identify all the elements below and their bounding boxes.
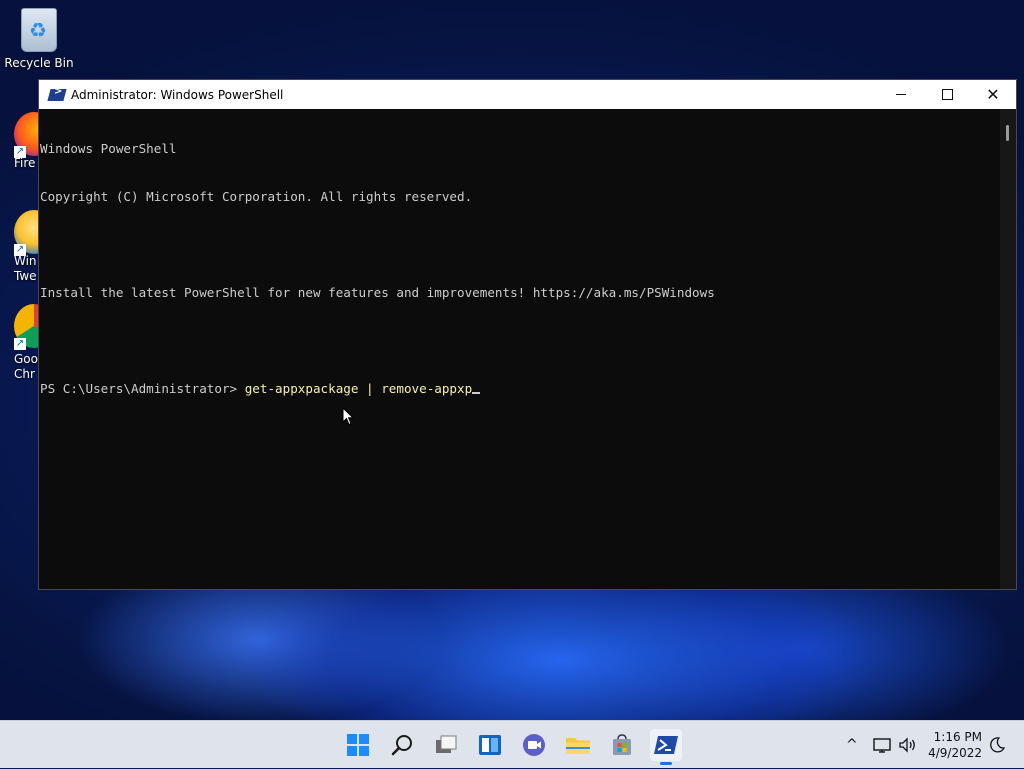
search-button[interactable] xyxy=(386,729,418,761)
moon-icon xyxy=(990,737,1006,753)
firefox-label: Fire xyxy=(14,156,36,170)
widgets-button[interactable] xyxy=(474,729,506,761)
close-icon: ✕ xyxy=(986,84,1000,104)
store-icon xyxy=(613,734,631,755)
powershell-taskbar-button[interactable] xyxy=(650,729,682,765)
chrome-label-line1: Goo xyxy=(14,352,38,366)
network-icon xyxy=(873,738,891,753)
console-line: Windows PowerShell xyxy=(40,141,177,156)
store-button[interactable] xyxy=(606,729,638,761)
chat-icon xyxy=(523,734,545,756)
search-icon xyxy=(391,735,412,756)
file-explorer-button[interactable] xyxy=(562,729,594,761)
prompt-line[interactable]: PS C:\Users\Administrator> get-appxpacka… xyxy=(40,381,1000,397)
recycle-bin-shortcut[interactable]: Recycle Bin xyxy=(4,8,74,71)
minimize-icon xyxy=(896,94,906,95)
winaero-label-line1: Win xyxy=(14,254,37,268)
clock[interactable]: 1:16 PM 4/9/2022 xyxy=(928,729,982,761)
recycle-bin-icon xyxy=(21,8,57,52)
clock-time: 1:16 PM xyxy=(933,730,982,744)
shortcut-arrow-icon: ↗ xyxy=(14,338,26,350)
volume-button[interactable] xyxy=(898,721,918,769)
chat-button[interactable] xyxy=(518,729,550,761)
console-line: Copyright (C) Microsoft Corporation. All… xyxy=(40,189,473,204)
powershell-window[interactable]: Administrator: Windows PowerShell ✕ Wind… xyxy=(38,79,1017,590)
task-view-icon xyxy=(436,735,457,753)
powershell-icon xyxy=(47,88,67,101)
recycle-bin-label: Recycle Bin xyxy=(4,56,74,70)
console-line: Install the latest PowerShell for new fe… xyxy=(40,285,715,300)
maximize-icon xyxy=(941,89,953,100)
chevron-up-icon: ^ xyxy=(846,737,858,753)
powershell-icon xyxy=(654,736,678,754)
show-hidden-icons-button[interactable]: ^ xyxy=(846,721,858,769)
console-output[interactable]: Windows PowerShell Copyright (C) Microso… xyxy=(39,109,1000,589)
start-button[interactable] xyxy=(342,729,374,761)
focus-assist-button[interactable] xyxy=(988,721,1006,769)
prompt-text: PS C:\Users\Administrator> xyxy=(40,381,245,396)
window-title: Administrator: Windows PowerShell xyxy=(71,87,284,102)
widgets-icon xyxy=(479,735,501,755)
maximize-button[interactable] xyxy=(924,80,970,109)
taskbar: ^ 1:16 PM 4/9/2022 xyxy=(0,720,1024,768)
task-view-button[interactable] xyxy=(430,729,462,761)
winaero-label-line2: Twe xyxy=(14,269,37,283)
vertical-scrollbar[interactable] xyxy=(1000,109,1016,589)
title-bar[interactable]: Administrator: Windows PowerShell ✕ xyxy=(39,80,1016,109)
active-indicator xyxy=(660,762,672,765)
close-button[interactable]: ✕ xyxy=(970,80,1016,109)
minimize-button[interactable] xyxy=(878,80,924,109)
chrome-label-line2: Chr xyxy=(14,367,35,381)
text-cursor xyxy=(472,392,481,394)
clock-date: 4/9/2022 xyxy=(928,746,982,760)
start-icon xyxy=(347,734,369,756)
volume-icon xyxy=(899,737,915,753)
network-button[interactable] xyxy=(872,721,892,769)
mouse-pointer-icon xyxy=(342,407,354,426)
command-input[interactable]: get-appxpackage | remove-appxp xyxy=(245,381,472,396)
file-explorer-icon xyxy=(566,738,590,754)
scrollbar-thumb[interactable] xyxy=(1006,125,1009,141)
